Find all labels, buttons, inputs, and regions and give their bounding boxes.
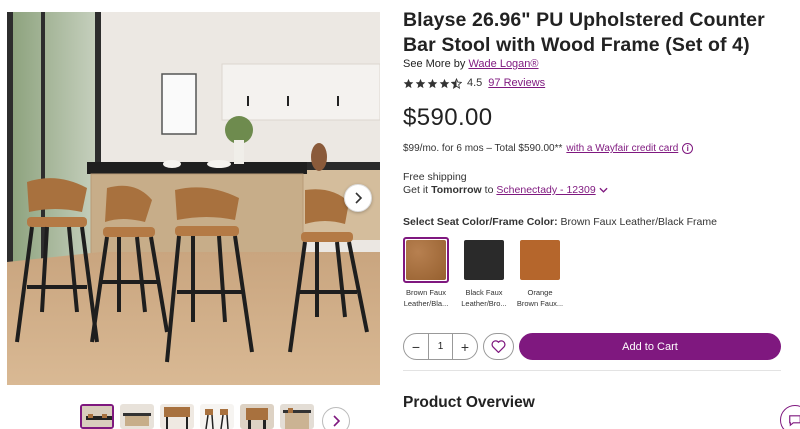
swatch-black-brown[interactable]: Black Faux Leather/Bro... xyxy=(461,237,507,308)
rating-row: 4.5 97 Reviews xyxy=(403,77,545,89)
quantity-stepper: − 1 + xyxy=(403,333,478,360)
free-shipping: Free shipping xyxy=(403,171,467,183)
kitchen-bar-stools-photo xyxy=(7,12,380,385)
increment-button[interactable]: + xyxy=(453,334,477,359)
get-it-label: Get it xyxy=(403,184,429,196)
swatch-caption: Leather/Bro... xyxy=(461,299,507,308)
divider xyxy=(403,370,781,371)
swatch-caption: Brown Faux xyxy=(405,288,447,297)
decrement-button[interactable]: − xyxy=(404,334,428,359)
to-label: to xyxy=(484,184,494,196)
swatch-orange-brown[interactable]: Orange Brown Faux... xyxy=(517,237,563,308)
thumbnail-next-button[interactable] xyxy=(322,407,350,429)
location-link[interactable]: Schenectady - 12309 xyxy=(496,184,595,196)
swatch-color xyxy=(464,240,504,280)
thumbnail-6[interactable] xyxy=(280,404,314,429)
chat-button[interactable] xyxy=(780,405,800,429)
financing-text: $99/mo. for 6 mos – Total $590.00** xyxy=(403,143,563,154)
delivery-day: Tomorrow xyxy=(431,184,482,196)
chevron-right-icon xyxy=(333,415,341,427)
swatch-caption: Orange xyxy=(527,288,553,297)
chevron-right-icon xyxy=(355,192,363,204)
star-rating xyxy=(403,77,462,89)
chevron-down-icon[interactable] xyxy=(599,187,608,194)
product-main-image[interactable] xyxy=(7,12,380,385)
see-more-label: See More by xyxy=(403,58,466,70)
swatch-color xyxy=(520,240,560,280)
star-icon xyxy=(439,78,450,88)
quantity-input[interactable]: 1 xyxy=(428,334,453,359)
swatch-caption: Brown Faux... xyxy=(516,299,564,308)
credit-card-link[interactable]: with a Wayfair credit card xyxy=(566,143,678,154)
rating-value: 4.5 xyxy=(467,77,483,89)
option-selected: Brown Faux Leather/Black Frame xyxy=(560,216,717,228)
chat-icon xyxy=(789,414,800,426)
favorite-button[interactable] xyxy=(483,333,514,360)
star-half-icon xyxy=(451,77,462,89)
swatch-caption: Leather/Bla... xyxy=(403,299,449,308)
thumbnail-1[interactable] xyxy=(80,404,114,429)
product-title: Blayse 26.96" PU Upholstered Counter Bar… xyxy=(403,9,765,56)
swatch-brown-black[interactable]: Brown Faux Leather/Bla... xyxy=(403,237,449,308)
brand-link[interactable]: Wade Logan® xyxy=(468,58,538,70)
thumbnail-5[interactable] xyxy=(240,404,274,429)
delivery-line: Get it Tomorrow to Schenectady - 12309 xyxy=(403,184,608,196)
thumbnail-2[interactable] xyxy=(120,404,154,429)
image-next-button[interactable] xyxy=(344,184,372,212)
star-icon xyxy=(403,78,414,88)
swatch-caption: Black Faux xyxy=(465,288,503,297)
star-icon xyxy=(415,78,426,88)
swatch-color xyxy=(406,240,446,280)
product-overview-heading[interactable]: Product Overview xyxy=(403,394,535,412)
thumbnail-4[interactable] xyxy=(200,404,234,429)
add-to-cart-button[interactable]: Add to Cart xyxy=(519,333,781,360)
info-icon[interactable]: i xyxy=(682,143,694,154)
heart-icon xyxy=(491,340,506,353)
reviews-link[interactable]: 97 Reviews xyxy=(488,77,545,89)
option-title: Select Seat Color/Frame Color: xyxy=(403,216,558,228)
color-option-label: Select Seat Color/Frame Color: Brown Fau… xyxy=(403,216,717,228)
brand-line: See More by Wade Logan® xyxy=(403,58,539,70)
financing-line: $99/mo. for 6 mos – Total $590.00** with… xyxy=(403,143,694,154)
thumbnail-3[interactable] xyxy=(160,404,194,429)
product-price: $590.00 xyxy=(403,104,493,131)
star-icon xyxy=(427,78,438,88)
